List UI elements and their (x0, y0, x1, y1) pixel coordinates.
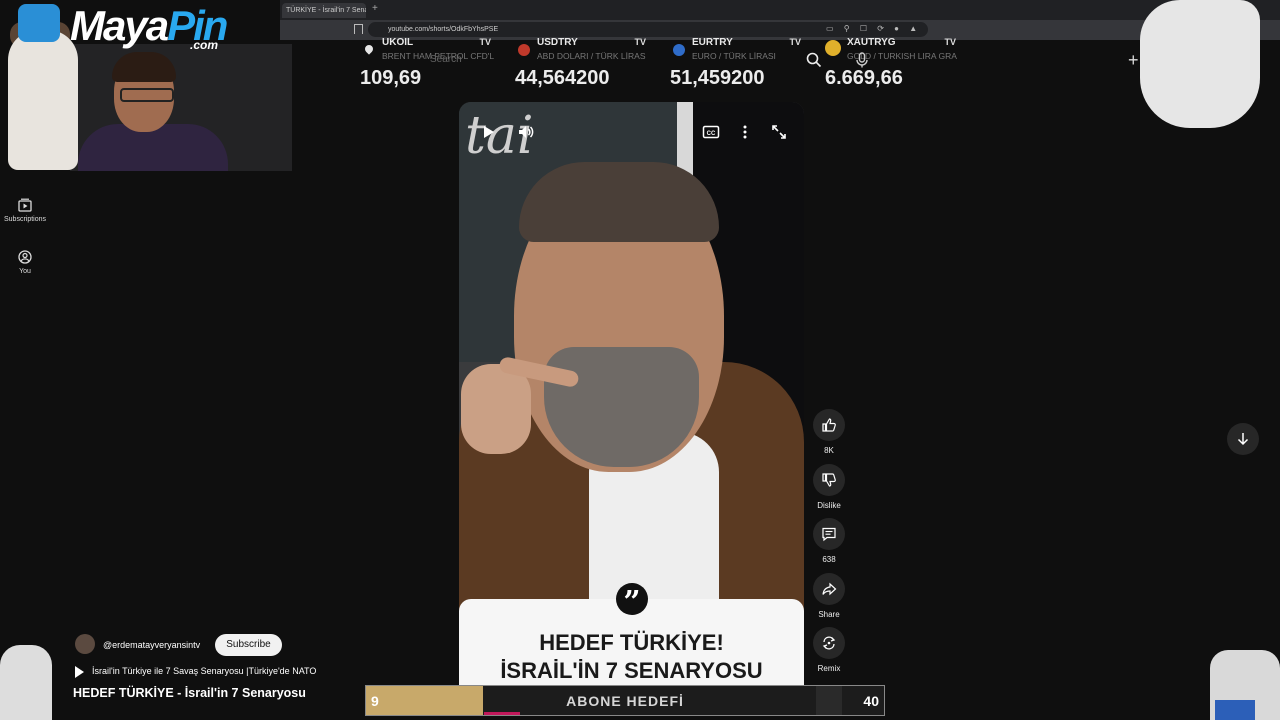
eur-flag-icon (673, 44, 685, 56)
comments-button-circle[interactable] (813, 518, 845, 550)
speaker-hand (461, 364, 531, 454)
extension-icons[interactable]: ▭ ⚲ ☐ ⟳ ● ▲ (826, 24, 921, 33)
ticker-item: USDTRY ABD DOLARI / TÜRK LİRAS TV 44,564… (510, 36, 660, 96)
video-title[interactable]: HEDEF TÜRKİYE - İsrail'in 7 Senaryosu (73, 686, 306, 700)
cat-sticker-bottom-left (0, 645, 52, 720)
subscriber-goal-bar: ABONE HEDEFİ 9 40 (365, 685, 885, 716)
ticker-symbol: XAUTRYG (847, 37, 896, 48)
bookmark-icon[interactable] (354, 24, 363, 34)
shorts-video-player[interactable]: tai CC ” HEDEF TÜRKİYE! İSRAİL'İN 7 SENA… (459, 102, 804, 715)
remix-icon (822, 636, 836, 650)
search-icon[interactable] (806, 52, 822, 68)
mic-icon[interactable] (855, 52, 869, 68)
volume-icon[interactable] (516, 122, 536, 142)
ticker-desc: ABD DOLARI / TÜRK LİRAS (537, 51, 646, 61)
thumbs-down-icon (822, 473, 836, 487)
dislike-label: Dislike (817, 501, 841, 510)
ticker-item: EURTRY EURO / TÜRK LİRASI TV 51,459200 (665, 36, 815, 96)
speaker-hair (519, 162, 719, 242)
logo-domain: .com (190, 38, 219, 52)
caption-line-1: HEDEF TÜRKİYE! (539, 630, 724, 655)
next-video-button[interactable] (1227, 423, 1259, 455)
sidebar-item-label: Subscriptions (4, 216, 47, 223)
comment-icon (822, 527, 836, 542)
ticker-item: XAUTRYG GOLD / TURKISH LIRA GRA TV 6.669… (820, 36, 970, 96)
goal-label: ABONE HEDEFİ (566, 693, 684, 709)
channel-handle[interactable]: @erdematayveryansintv (103, 640, 200, 650)
ticker-price: 109,69 (360, 67, 422, 89)
caption-line-2: İSRAİL'İN 7 SENARYOSU (500, 658, 763, 683)
new-tab-button[interactable]: + (372, 3, 378, 14)
you-icon (18, 250, 32, 264)
goal-target: 40 (863, 693, 879, 709)
dislike-button[interactable]: Dislike (808, 464, 850, 510)
share-button-circle[interactable] (813, 573, 845, 605)
gold-icon (825, 40, 841, 56)
ticker-price: 6.669,66 (825, 67, 903, 89)
ticker-symbol: USDTRY (537, 37, 578, 48)
play-icon[interactable] (478, 122, 498, 142)
logo-emblem-icon (18, 4, 60, 42)
ticker-price: 51,459200 (670, 67, 765, 89)
usd-flag-icon (518, 44, 530, 56)
subscriptions-icon (18, 198, 32, 212)
logo-text-main: Maya (70, 2, 169, 49)
thumbs-up-icon (822, 418, 836, 432)
more-options-icon[interactable] (735, 122, 755, 142)
quote-icon: ” (616, 583, 648, 620)
arrow-down-icon (1237, 433, 1249, 446)
goal-accent-line (484, 712, 520, 715)
price-ticker: UKOIL BRENT HAM PETROL CFD'L TV 109,69 U… (355, 36, 975, 96)
browser-tab-strip (280, 0, 1280, 20)
remix-button[interactable]: Remix (808, 627, 850, 673)
play-track-icon[interactable] (75, 666, 84, 678)
search-input[interactable]: Search (430, 54, 462, 65)
ticker-price: 44,564200 (515, 67, 610, 89)
linked-video-title[interactable]: İsrail'in Türkiye ile 7 Savaş Senaryosu … (92, 666, 316, 676)
speaker-beard (544, 347, 699, 467)
like-button[interactable]: 8K (808, 409, 850, 455)
captions-icon[interactable]: CC (701, 122, 721, 142)
cat-sticker-left (8, 30, 78, 170)
share-button[interactable]: Share (808, 573, 850, 619)
fullscreen-icon[interactable] (769, 122, 789, 142)
browser-tab[interactable]: TÜRKİYE - İsrail'in 7 Senaryosu (282, 3, 366, 18)
comments-button[interactable]: 638 (808, 518, 850, 564)
sidebar-item-subscriptions[interactable]: Subscriptions (4, 198, 46, 223)
subscribe-button[interactable]: Subscribe (215, 634, 282, 656)
share-label: Share (818, 610, 840, 619)
cat-sticker-shirt (1215, 700, 1255, 720)
like-count: 8K (824, 446, 834, 455)
streamer-hair (112, 52, 176, 82)
channel-avatar[interactable] (75, 634, 95, 654)
ticker-desc: EURO / TÜRK LİRASI (692, 51, 776, 61)
remix-button-circle[interactable] (813, 627, 845, 659)
share-icon (822, 582, 837, 596)
tradingview-icon: TV (789, 37, 801, 47)
tradingview-icon: TV (479, 37, 491, 47)
cat-sticker-topright (1140, 0, 1260, 128)
ticker-item: UKOIL BRENT HAM PETROL CFD'L TV 109,69 (355, 36, 505, 96)
like-button-circle[interactable] (813, 409, 845, 441)
ticker-symbol: EURTRY (692, 37, 733, 48)
svg-text:CC: CC (707, 131, 716, 137)
sidebar-item-you[interactable]: You (4, 250, 46, 275)
tradingview-icon: TV (944, 37, 956, 47)
streamer-glasses (120, 88, 174, 102)
oil-drop-icon (363, 43, 375, 55)
dislike-button-circle[interactable] (813, 464, 845, 496)
create-plus-icon[interactable]: + (1128, 50, 1139, 71)
tradingview-icon: TV (634, 37, 646, 47)
sidebar-item-label: You (19, 268, 31, 275)
ticker-symbol: UKOIL (382, 37, 414, 48)
comment-count: 638 (822, 555, 836, 564)
goal-current: 9 (371, 693, 379, 709)
remix-label: Remix (817, 664, 841, 673)
